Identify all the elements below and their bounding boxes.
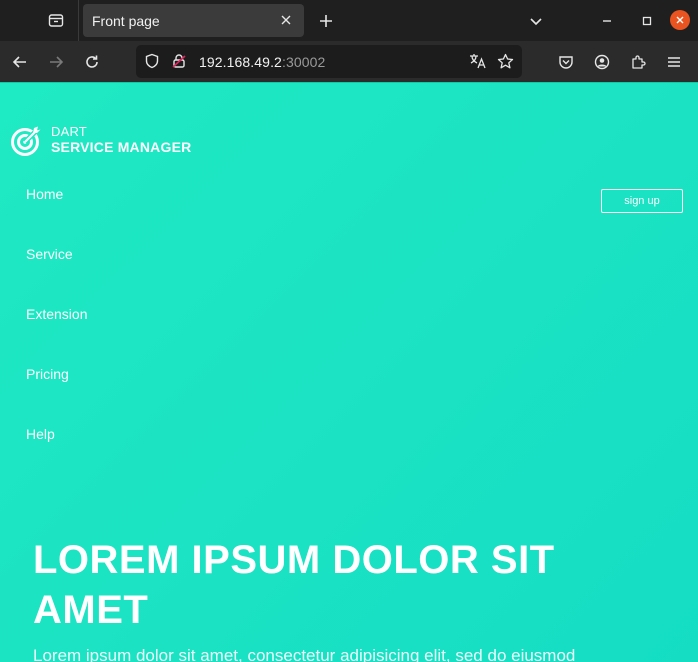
nav-link-pricing[interactable]: Pricing (26, 366, 69, 382)
back-arrow-icon[interactable] (8, 50, 32, 74)
extensions-puzzle-icon[interactable] (626, 50, 650, 74)
tab-title: Front page (92, 13, 160, 29)
tab-separator (78, 0, 79, 41)
logo-text-dart[interactable]: DART (51, 124, 87, 139)
browser-tab-bar: Front page (0, 0, 698, 41)
insecure-lock-icon[interactable] (171, 53, 187, 74)
tab-front-page[interactable]: Front page (83, 4, 304, 37)
url-text[interactable]: 192.168.49.2:30002 (199, 54, 325, 70)
url-port: :30002 (281, 54, 326, 70)
chevron-down-icon[interactable] (524, 9, 548, 33)
address-bar[interactable]: 192.168.49.2:30002 (136, 45, 522, 78)
nav-link-service[interactable]: Service (26, 246, 73, 262)
close-icon[interactable] (276, 10, 296, 30)
minimize-icon[interactable] (596, 10, 618, 32)
page-content: DART SERVICE MANAGER Home Service Extens… (0, 83, 698, 662)
forward-arrow-icon[interactable] (44, 50, 68, 74)
bookmark-star-icon[interactable] (497, 53, 514, 75)
window-close-icon[interactable] (670, 10, 690, 30)
sign-up-button[interactable]: sign up (601, 189, 683, 213)
hero-title: LOREM IPSUM DOLOR SIT AMET (33, 538, 555, 632)
nav-link-home[interactable]: Home (26, 186, 63, 202)
reload-icon[interactable] (80, 50, 104, 74)
translate-icon[interactable] (469, 53, 487, 74)
hero-subtitle: Lorem ipsum dolor sit amet, consectetur … (33, 646, 576, 662)
pocket-icon[interactable] (554, 50, 578, 74)
target-logo-icon[interactable] (10, 125, 42, 157)
logo-text-service-manager[interactable]: SERVICE MANAGER (51, 139, 191, 155)
nav-link-extension[interactable]: Extension (26, 306, 87, 322)
tab-overview-icon[interactable] (40, 6, 72, 34)
account-icon[interactable] (590, 50, 614, 74)
hamburger-menu-icon[interactable] (662, 50, 686, 74)
shield-icon[interactable] (144, 53, 160, 74)
maximize-icon[interactable] (636, 10, 658, 32)
url-host: 192.168.49.2 (199, 54, 282, 70)
browser-nav-bar: 192.168.49.2:30002 (0, 41, 698, 83)
nav-link-help[interactable]: Help (26, 426, 55, 442)
new-tab-plus-icon[interactable] (314, 9, 338, 33)
